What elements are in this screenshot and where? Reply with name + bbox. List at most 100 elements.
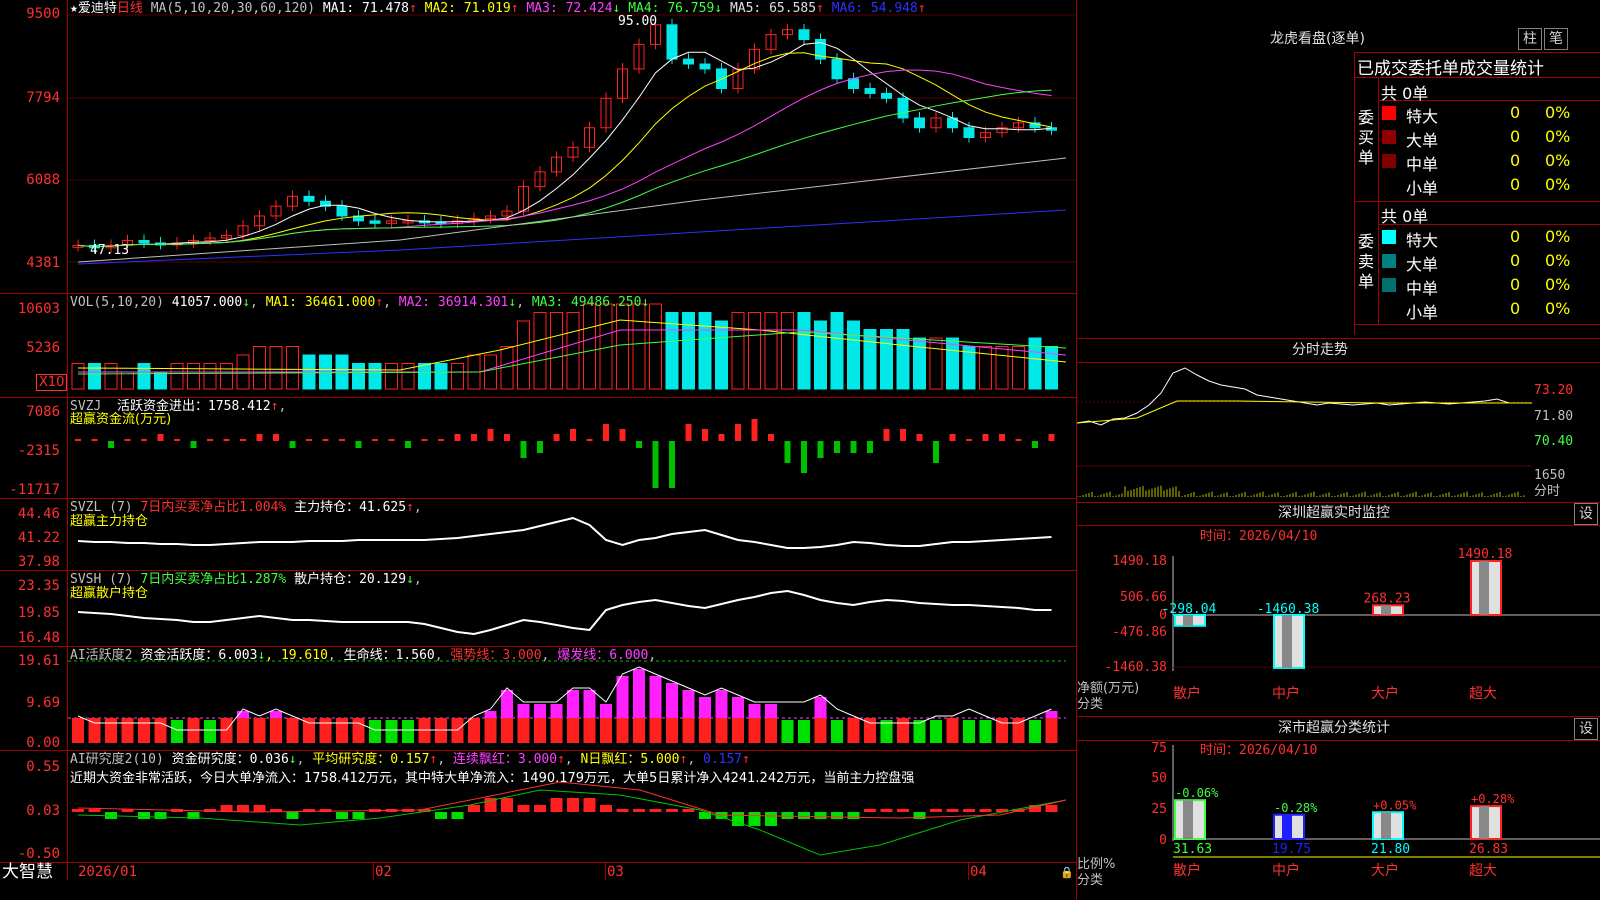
fund-flow-bar: [1015, 439, 1022, 441]
volume-bar: [649, 303, 662, 390]
activity-bar: [814, 697, 827, 718]
sz-monitor-settings-button[interactable]: 设: [1574, 503, 1598, 525]
research-bar: [649, 809, 662, 812]
fund-flow-bar: [949, 434, 956, 441]
sz-class-chart: 75 50 25 0 -0.06% 31.63 散户 -0.28% 19.75 中户 +0.05% 2…: [1151, 741, 1600, 879]
candle: [831, 58, 843, 80]
row-sep: [1355, 201, 1600, 202]
activity-bar: [633, 718, 645, 743]
research-bar: [864, 809, 876, 812]
activity-bar: [352, 718, 365, 743]
research-bar: [583, 798, 596, 812]
fund-flow-bar: [487, 429, 494, 441]
color-swatch: [1382, 254, 1396, 268]
volume-bar: [748, 312, 761, 390]
svsh-pane: [77, 589, 1052, 636]
activity-bar: [402, 720, 414, 743]
activity-bar: [501, 690, 513, 718]
activity-bar: [748, 704, 761, 718]
sz-monitor-bar-label: 1490.18: [1458, 547, 1513, 562]
color-swatch: [1382, 130, 1396, 144]
sz-class-change: -0.28%: [1274, 801, 1318, 815]
fund-flow-bar: [999, 434, 1005, 441]
order-percent: 0%: [1545, 151, 1571, 170]
fund-flow-bar: [174, 439, 180, 441]
volume-bar: [286, 346, 299, 390]
sz-class-change: +0.28%: [1471, 792, 1515, 806]
activity-bar: [616, 718, 629, 743]
retail-holding-line: [77, 589, 1052, 636]
activity-bar: [154, 718, 167, 743]
fund-flow-bar: [718, 434, 725, 441]
fund-flow-bar: [520, 441, 527, 458]
order-percent: 0%: [1545, 175, 1571, 194]
color-swatch: [1382, 106, 1396, 120]
kline-legend: ★爱迪特日线 MA(5,10,20,30,60,120) MA1: 71.478…: [70, 1, 926, 16]
research-bar: [616, 809, 629, 812]
intraday-chart[interactable]: [1077, 363, 1600, 503]
kline-y-tick: 4381: [26, 255, 60, 271]
bar-mode-button[interactable]: 柱: [1518, 28, 1542, 50]
activity-bar: [699, 697, 711, 718]
research-bar: [963, 809, 975, 812]
sz-class-value: 26.83: [1469, 842, 1508, 857]
candle: [336, 205, 348, 217]
activity-bar: [600, 704, 612, 718]
volume-bar: [913, 337, 926, 390]
volume-bar: [88, 363, 101, 390]
sz-class-bar-shade: [1479, 806, 1489, 839]
ai2-y-tick: 0.55: [26, 759, 60, 775]
sz-class-ylabel: 比例%: [1077, 857, 1116, 872]
research-bar: [286, 812, 299, 819]
activity-bar: [105, 718, 117, 743]
price-line: [1077, 367, 1521, 426]
stock-chart[interactable]: [0, 0, 1076, 880]
buy-side-label: 委买单: [1358, 108, 1375, 167]
tick-mode-button[interactable]: 笔: [1544, 28, 1568, 50]
sz-class-category: 大户: [1371, 862, 1399, 879]
fund-flow-bar: [471, 434, 477, 441]
activity-bar: [1045, 711, 1058, 718]
kline-pane: [68, 14, 1076, 265]
fund-flow-bar: [256, 434, 263, 441]
order-volume: 0: [1510, 227, 1521, 246]
sz-monitor-bar-shade: [1479, 561, 1489, 615]
activity-bar: [748, 718, 761, 743]
research-bar: [517, 805, 530, 812]
fund-flow-bar: [421, 439, 428, 441]
order-stats-header: 已成交委托单成交量统计: [1357, 59, 1544, 79]
fund-flow-bar: [438, 439, 444, 441]
fund-flow-bar: [124, 439, 131, 441]
date-sep: [605, 863, 606, 880]
sz-monitor-y-tick: -1460.38: [1104, 660, 1167, 675]
ai1-y-tick: 19.61: [17, 653, 60, 669]
volume-bar: [418, 363, 431, 390]
ma-line: [77, 157, 1067, 263]
activity-bar: [732, 697, 744, 718]
fund-flow-bar: [190, 441, 197, 448]
intraday-vol-unit: 分时: [1534, 484, 1561, 499]
volume-bar: [517, 320, 530, 390]
sz-monitor-chart: 1490.18506.660-476.86-1460.38-298.04散户-1…: [1104, 547, 1600, 702]
activity-bar: [666, 683, 678, 718]
lock-icon[interactable]: 🔒: [1060, 866, 1074, 879]
activity-bar: [583, 690, 596, 718]
fund-flow-bar: [850, 441, 857, 453]
volume-bar: [368, 363, 382, 390]
sz-monitor-title: 深圳超赢实时监控: [1278, 505, 1390, 521]
research-bar: [154, 812, 167, 819]
high-price-mark: 95.00: [618, 14, 658, 29]
activity-bar: [715, 690, 728, 718]
research-bar: [880, 809, 893, 812]
svzl-y-tick: 41.22: [17, 530, 60, 546]
sz-class-settings-button[interactable]: 设: [1574, 718, 1598, 740]
order-size-label: 中单: [1406, 155, 1439, 174]
activity-bar: [847, 718, 860, 743]
svzj-title: 超赢资金流(万元): [70, 412, 172, 427]
sz-class-value: 31.63: [1173, 842, 1212, 857]
order-size-label: 小单: [1406, 179, 1439, 198]
volume-bar: [946, 337, 959, 390]
fund-flow-bar: [900, 429, 906, 441]
sz-monitor-bar-label: 268.23: [1364, 591, 1411, 606]
activity-bar: [732, 718, 744, 743]
